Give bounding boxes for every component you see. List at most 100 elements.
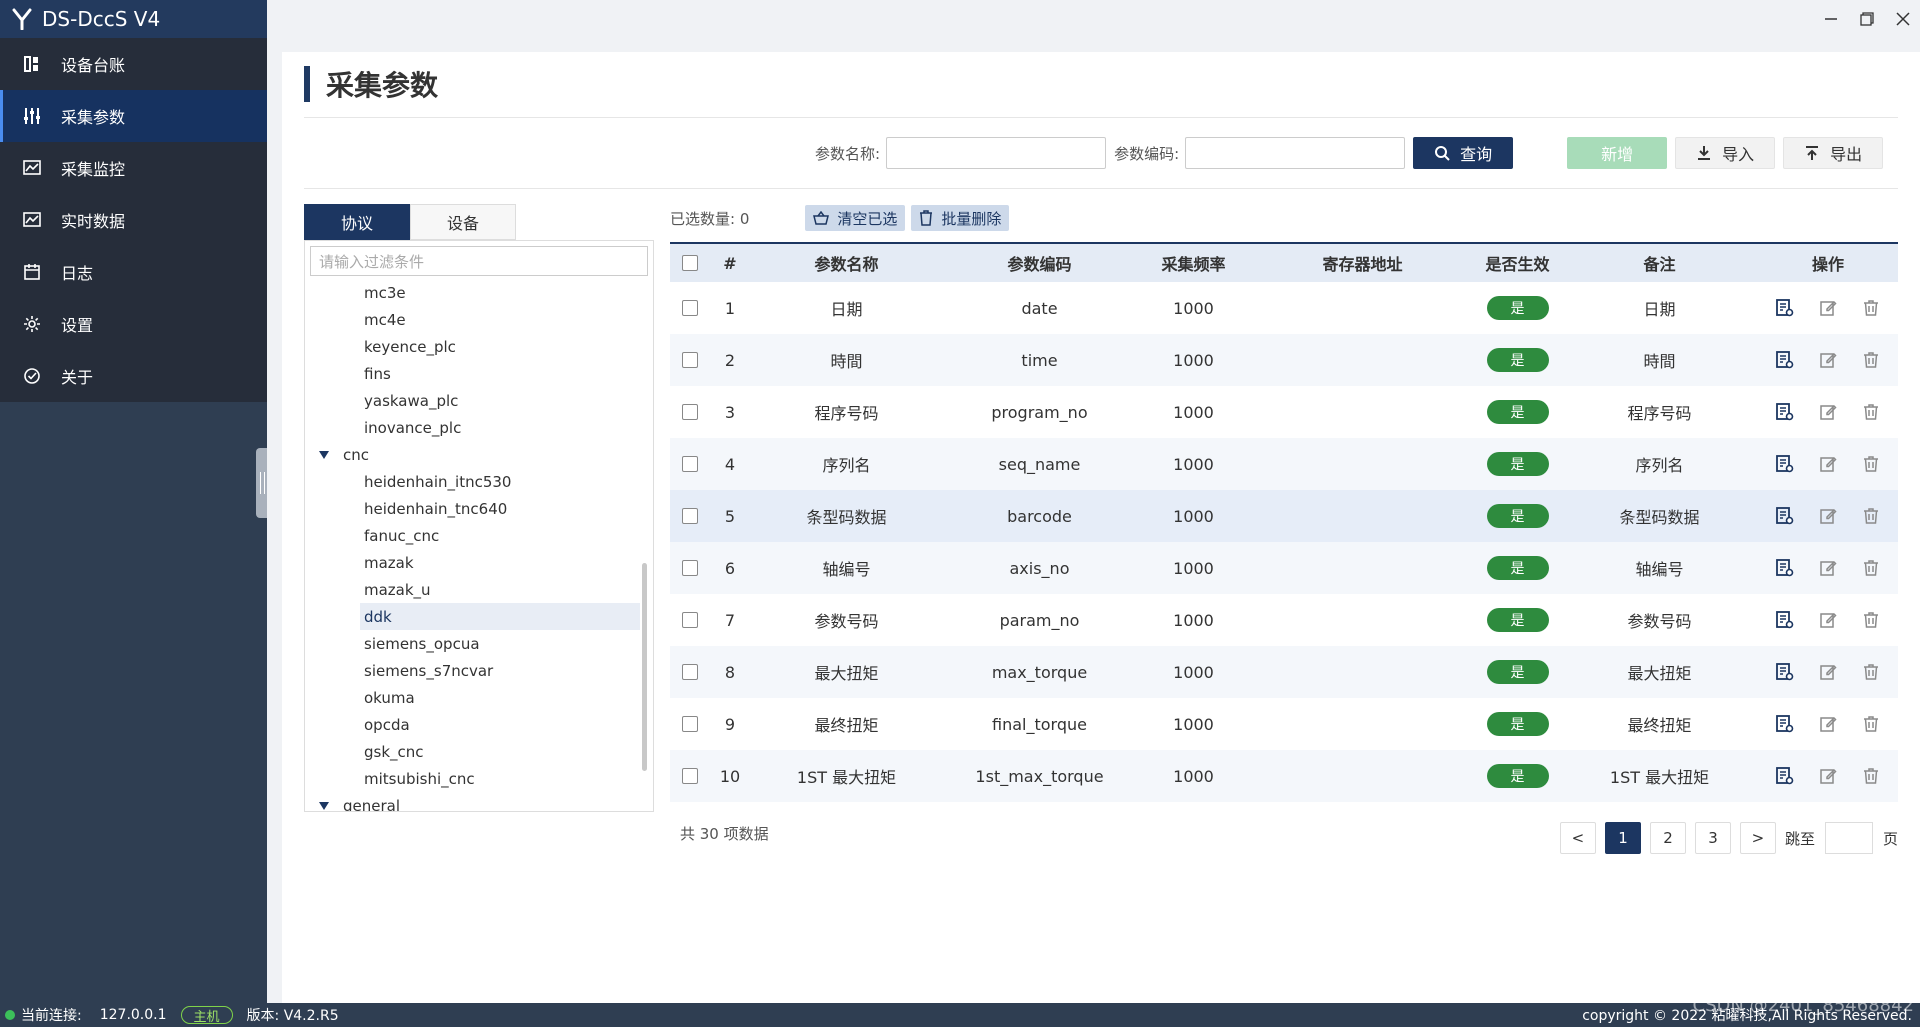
- table-row[interactable]: 8 最大扭矩 max_torque 1000 是 最大扭矩: [670, 646, 1898, 698]
- tree-item[interactable]: gsk_cnc: [305, 738, 640, 765]
- sidebar-item-settings[interactable]: 设置: [0, 298, 267, 350]
- tree-item[interactable]: yaskawa_plc: [305, 387, 640, 414]
- page-1-button[interactable]: 1: [1604, 822, 1641, 854]
- sidebar-item-realtime[interactable]: 实时数据: [0, 194, 267, 246]
- table-row[interactable]: 2 時間 time 1000 是 時間: [670, 334, 1898, 386]
- edit-icon[interactable]: [1817, 713, 1839, 735]
- minimize-icon[interactable]: [1820, 8, 1842, 30]
- table-row[interactable]: 6 轴编号 axis_no 1000 是 轴编号: [670, 542, 1898, 594]
- tree-item[interactable]: mitsubishi_cnc: [305, 765, 640, 792]
- tree-item[interactable]: opcda: [305, 711, 640, 738]
- tree-item[interactable]: keyence_plc: [305, 333, 640, 360]
- row-checkbox[interactable]: [682, 352, 698, 368]
- select-all-checkbox[interactable]: [682, 255, 698, 271]
- edit-icon[interactable]: [1817, 609, 1839, 631]
- detail-icon[interactable]: [1774, 401, 1796, 423]
- edit-icon[interactable]: [1817, 505, 1839, 527]
- tree-item[interactable]: okuma: [305, 684, 640, 711]
- detail-icon[interactable]: [1774, 609, 1796, 631]
- delete-icon[interactable]: [1860, 297, 1882, 319]
- tree-item[interactable]: heidenhain_itnc530: [305, 468, 640, 495]
- detail-icon[interactable]: [1774, 505, 1796, 527]
- tree-item[interactable]: mc3e: [305, 279, 640, 306]
- caret-down-icon[interactable]: [319, 450, 329, 459]
- page-3-button[interactable]: 3: [1694, 822, 1731, 854]
- caret-down-icon[interactable]: [319, 801, 329, 810]
- sidebar-collapse-handle[interactable]: [256, 448, 267, 518]
- edit-icon[interactable]: [1817, 453, 1839, 475]
- detail-icon[interactable]: [1774, 765, 1796, 787]
- table-row[interactable]: 4 序列名 seq_name 1000 是 序列名: [670, 438, 1898, 490]
- row-checkbox[interactable]: [682, 300, 698, 316]
- delete-icon[interactable]: [1860, 713, 1882, 735]
- prev-page-button[interactable]: <: [1559, 822, 1596, 854]
- delete-icon[interactable]: [1860, 349, 1882, 371]
- tree-group[interactable]: cnc: [305, 441, 640, 468]
- detail-icon[interactable]: [1774, 453, 1796, 475]
- close-icon[interactable]: [1892, 8, 1914, 30]
- tree-group[interactable]: general: [305, 792, 640, 811]
- row-checkbox[interactable]: [682, 508, 698, 524]
- row-checkbox[interactable]: [682, 664, 698, 680]
- table-row[interactable]: 1 日期 date 1000 是 日期: [670, 282, 1898, 334]
- detail-icon[interactable]: [1774, 349, 1796, 371]
- sidebar-item-monitor[interactable]: 采集监控: [0, 142, 267, 194]
- table-row[interactable]: 9 最终扭矩 final_torque 1000 是 最终扭矩: [670, 698, 1898, 750]
- row-checkbox[interactable]: [682, 716, 698, 732]
- tree-scrollbar[interactable]: [642, 563, 647, 771]
- sidebar-item-about[interactable]: 关于: [0, 350, 267, 402]
- edit-icon[interactable]: [1817, 349, 1839, 371]
- filter-input[interactable]: 请输入过滤条件: [310, 246, 648, 276]
- tab-protocol[interactable]: 协议: [304, 204, 410, 240]
- tree-item[interactable]: inovance_plc: [305, 414, 640, 441]
- query-button[interactable]: 查询: [1413, 137, 1514, 169]
- detail-icon[interactable]: [1774, 713, 1796, 735]
- tab-device[interactable]: 设备: [410, 204, 516, 240]
- page-2-button[interactable]: 2: [1649, 822, 1686, 854]
- row-checkbox[interactable]: [682, 404, 698, 420]
- restore-icon[interactable]: [1856, 8, 1878, 30]
- edit-icon[interactable]: [1817, 557, 1839, 579]
- tree-item[interactable]: mazak: [305, 549, 640, 576]
- tree-item[interactable]: siemens_opcua: [305, 630, 640, 657]
- tree-item[interactable]: ddk: [305, 603, 640, 630]
- tree-item[interactable]: heidenhain_tnc640: [305, 495, 640, 522]
- sidebar-item-log[interactable]: 日志: [0, 246, 267, 298]
- delete-icon[interactable]: [1860, 661, 1882, 683]
- edit-icon[interactable]: [1817, 661, 1839, 683]
- delete-icon[interactable]: [1860, 609, 1882, 631]
- import-button[interactable]: 导入: [1675, 137, 1776, 169]
- table-row[interactable]: 7 参数号码 param_no 1000 是 参数号码: [670, 594, 1898, 646]
- row-checkbox[interactable]: [682, 560, 698, 576]
- detail-icon[interactable]: [1774, 661, 1796, 683]
- row-checkbox[interactable]: [682, 456, 698, 472]
- tree-item[interactable]: fins: [305, 360, 640, 387]
- edit-icon[interactable]: [1817, 297, 1839, 319]
- export-button[interactable]: 导出: [1783, 137, 1884, 169]
- tree-item[interactable]: siemens_s7ncvar: [305, 657, 640, 684]
- delete-icon[interactable]: [1860, 557, 1882, 579]
- edit-icon[interactable]: [1817, 401, 1839, 423]
- delete-icon[interactable]: [1860, 401, 1882, 423]
- delete-icon[interactable]: [1860, 765, 1882, 787]
- row-checkbox[interactable]: [682, 768, 698, 784]
- edit-icon[interactable]: [1817, 765, 1839, 787]
- delete-icon[interactable]: [1860, 453, 1882, 475]
- row-checkbox[interactable]: [682, 612, 698, 628]
- table-row[interactable]: 5 条型码数据 barcode 1000 是 条型码数据: [670, 490, 1898, 542]
- detail-icon[interactable]: [1774, 297, 1796, 319]
- table-row[interactable]: 3 程序号码 program_no 1000 是 程序号码: [670, 386, 1898, 438]
- clear-selected-button[interactable]: 清空已选: [805, 205, 906, 231]
- batch-delete-button[interactable]: 批量删除: [911, 205, 1010, 231]
- sidebar-item-params[interactable]: 采集参数: [0, 90, 267, 142]
- tree-item[interactable]: mc4e: [305, 306, 640, 333]
- param-name-input[interactable]: [886, 137, 1107, 169]
- next-page-button[interactable]: >: [1739, 822, 1776, 854]
- goto-page-input[interactable]: [1824, 822, 1873, 854]
- table-row[interactable]: 10 1ST 最大扭矩 1st_max_torque 1000 是 1ST 最大扭矩: [670, 750, 1898, 802]
- delete-icon[interactable]: [1860, 505, 1882, 527]
- tree-item[interactable]: mazak_u: [305, 576, 640, 603]
- tree-item[interactable]: fanuc_cnc: [305, 522, 640, 549]
- add-button[interactable]: 新增: [1567, 137, 1668, 169]
- detail-icon[interactable]: [1774, 557, 1796, 579]
